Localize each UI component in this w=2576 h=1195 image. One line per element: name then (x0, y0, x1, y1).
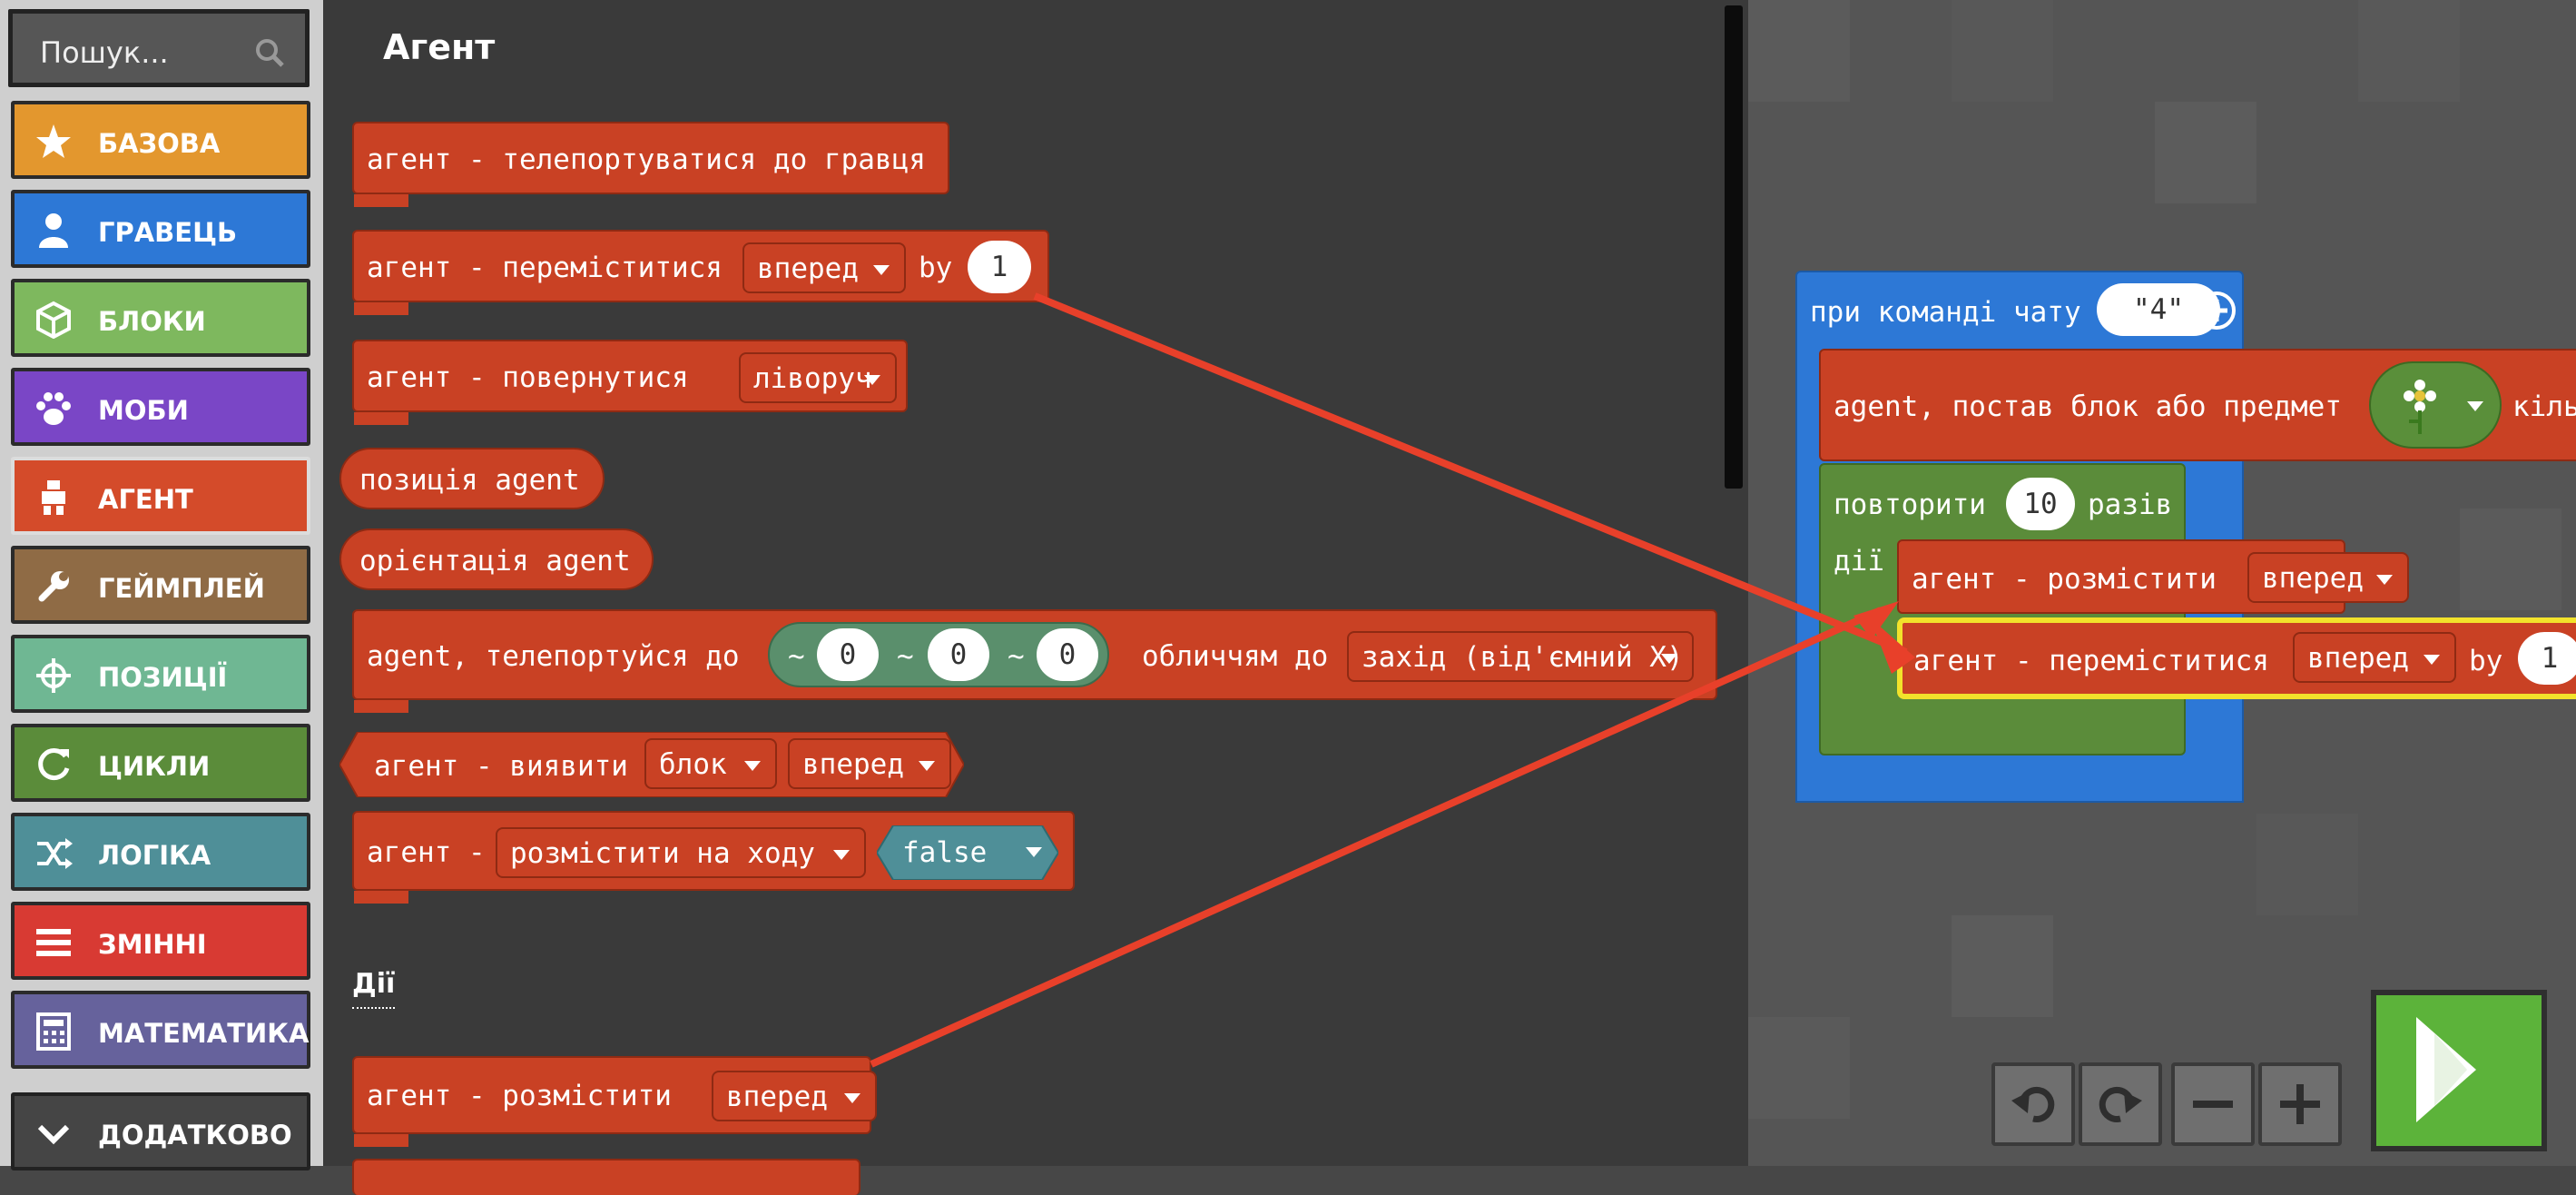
annotation-arrows (870, 292, 1915, 1068)
